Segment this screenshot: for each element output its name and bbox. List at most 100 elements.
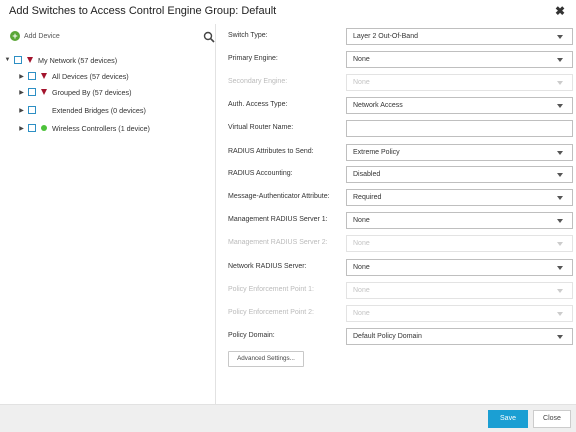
checkbox[interactable] <box>28 106 36 114</box>
chevron-down-icon <box>557 266 563 270</box>
mgmt-radius-1-label: Management RADIUS Server 1: <box>228 216 328 223</box>
chevron-down-icon <box>557 35 563 39</box>
virtual-router-name-label: Virtual Router Name: <box>228 124 294 131</box>
device-tree-panel: + Add Device ▼ My Network (57 devices) ▶… <box>0 24 216 404</box>
switch-type-label: Switch Type: <box>228 32 268 39</box>
radius-attributes-row: RADIUS Attributes to Send: Extreme Polic… <box>228 144 573 161</box>
switch-type-select[interactable]: Layer 2 Out-Of-Band <box>346 28 573 45</box>
message-authenticator-select[interactable]: Required <box>346 189 573 206</box>
tree-item-label: Wireless Controllers (1 device) <box>52 123 150 133</box>
select-value: Extreme Policy <box>353 149 400 156</box>
tree-item-extended-bridges[interactable]: ▶ Extended Bridges (0 devices) <box>18 104 146 116</box>
network-radius-select[interactable]: None <box>346 259 573 276</box>
tree-item-my-network[interactable]: ▼ My Network (57 devices) <box>4 54 118 66</box>
virtual-router-name-input[interactable] <box>346 120 573 137</box>
tree-item-label: All Devices (57 devices) <box>52 71 129 81</box>
green-dot-icon <box>41 125 47 131</box>
red-triangle-icon <box>27 57 33 63</box>
checkbox[interactable] <box>28 72 36 80</box>
chevron-down-icon <box>557 173 563 177</box>
save-button[interactable]: Save <box>488 410 528 428</box>
red-triangle-icon <box>41 89 47 95</box>
pep-1-label: Policy Enforcement Point 1: <box>228 286 314 293</box>
secondary-engine-select: None <box>346 74 573 91</box>
select-value: None <box>353 264 370 271</box>
checkbox[interactable] <box>28 88 36 96</box>
dialog-title: Add Switches to Access Control Engine Gr… <box>9 5 277 17</box>
primary-engine-row: Primary Engine: None <box>228 51 573 68</box>
pep-1-select: None <box>346 282 573 299</box>
blank-icon <box>41 107 47 113</box>
caret-right-icon[interactable]: ▶ <box>18 89 25 96</box>
chevron-down-icon <box>557 312 563 316</box>
select-value: None <box>353 310 370 317</box>
policy-domain-row: Policy Domain: Default Policy Domain <box>228 328 573 345</box>
primary-engine-label: Primary Engine: <box>228 55 278 62</box>
radius-accounting-label: RADIUS Accounting: <box>228 170 293 177</box>
tree-toolbar: + Add Device <box>0 28 216 48</box>
chevron-down-icon <box>557 219 563 223</box>
checkbox[interactable] <box>14 56 22 64</box>
pep-2-row: Policy Enforcement Point 2: None <box>228 305 573 322</box>
caret-down-icon[interactable]: ▼ <box>4 57 11 63</box>
checkbox[interactable] <box>28 124 36 132</box>
select-value: None <box>353 287 370 294</box>
close-button[interactable]: Close <box>533 410 571 428</box>
chevron-down-icon <box>557 196 563 200</box>
mgmt-radius-2-row: Management RADIUS Server 2: None <box>228 235 573 252</box>
pep-2-label: Policy Enforcement Point 2: <box>228 309 314 316</box>
tree-item-label: Grouped By (57 devices) <box>52 87 132 97</box>
select-value: None <box>353 79 370 86</box>
caret-right-icon[interactable]: ▶ <box>18 107 25 114</box>
add-device-label: Add Device <box>24 32 60 40</box>
tree-item-wireless-controllers[interactable]: ▶ Wireless Controllers (1 device) <box>18 122 150 134</box>
mgmt-radius-1-select[interactable]: None <box>346 212 573 229</box>
virtual-router-name-row: Virtual Router Name: <box>228 120 573 137</box>
network-radius-label: Network RADIUS Server: <box>228 263 307 270</box>
chevron-down-icon <box>557 58 563 62</box>
search-icon[interactable] <box>203 31 215 43</box>
policy-domain-label: Policy Domain: <box>228 332 275 339</box>
mgmt-radius-2-select: None <box>346 235 573 252</box>
chevron-down-icon <box>557 151 563 155</box>
mgmt-radius-1-row: Management RADIUS Server 1: None <box>228 212 573 229</box>
auth-access-type-row: Auth. Access Type: Network Access <box>228 97 573 114</box>
red-triangle-icon <box>41 73 47 79</box>
radius-accounting-row: RADIUS Accounting: Disabled <box>228 166 573 183</box>
radius-attributes-label: RADIUS Attributes to Send: <box>228 148 314 155</box>
chevron-down-icon <box>557 242 563 246</box>
radius-accounting-select[interactable]: Disabled <box>346 166 573 183</box>
chevron-down-icon <box>557 104 563 108</box>
tree-item-all-devices[interactable]: ▶ All Devices (57 devices) <box>18 70 129 82</box>
select-value: Default Policy Domain <box>353 333 422 340</box>
radius-attributes-select[interactable]: Extreme Policy <box>346 144 573 161</box>
message-authenticator-label: Message-Authenticator Attribute: <box>228 193 330 200</box>
switch-type-row: Switch Type: Layer 2 Out-Of-Band <box>228 28 573 45</box>
tree-item-label: Extended Bridges (0 devices) <box>52 105 146 115</box>
auth-access-type-label: Auth. Access Type: <box>228 101 288 108</box>
select-value: None <box>353 240 370 247</box>
tree-item-grouped-by[interactable]: ▶ Grouped By (57 devices) <box>18 86 132 98</box>
policy-domain-select[interactable]: Default Policy Domain <box>346 328 573 345</box>
dialog-footer: Save Close <box>0 404 576 432</box>
caret-right-icon[interactable]: ▶ <box>18 125 25 132</box>
add-device-button[interactable]: + Add Device <box>10 31 60 41</box>
secondary-engine-row: Secondary Engine: None <box>228 74 573 91</box>
tree-item-label: My Network (57 devices) <box>38 55 118 65</box>
network-radius-row: Network RADIUS Server: None <box>228 259 573 276</box>
dialog-header: Add Switches to Access Control Engine Gr… <box>0 0 576 24</box>
select-value: Disabled <box>353 171 381 178</box>
auth-access-type-select[interactable]: Network Access <box>346 97 573 114</box>
mgmt-radius-2-label: Management RADIUS Server 2: <box>228 239 328 246</box>
select-value: None <box>353 56 370 63</box>
add-icon: + <box>10 31 20 41</box>
message-authenticator-row: Message-Authenticator Attribute: Require… <box>228 189 573 206</box>
primary-engine-select[interactable]: None <box>346 51 573 68</box>
chevron-down-icon <box>557 289 563 293</box>
advanced-settings-button[interactable]: Advanced Settings... <box>228 351 304 367</box>
caret-right-icon[interactable]: ▶ <box>18 73 25 80</box>
select-value: Layer 2 Out-Of-Band <box>353 33 418 40</box>
chevron-down-icon <box>557 81 563 85</box>
close-icon[interactable]: ✖ <box>553 4 567 18</box>
secondary-engine-label: Secondary Engine: <box>228 78 288 85</box>
